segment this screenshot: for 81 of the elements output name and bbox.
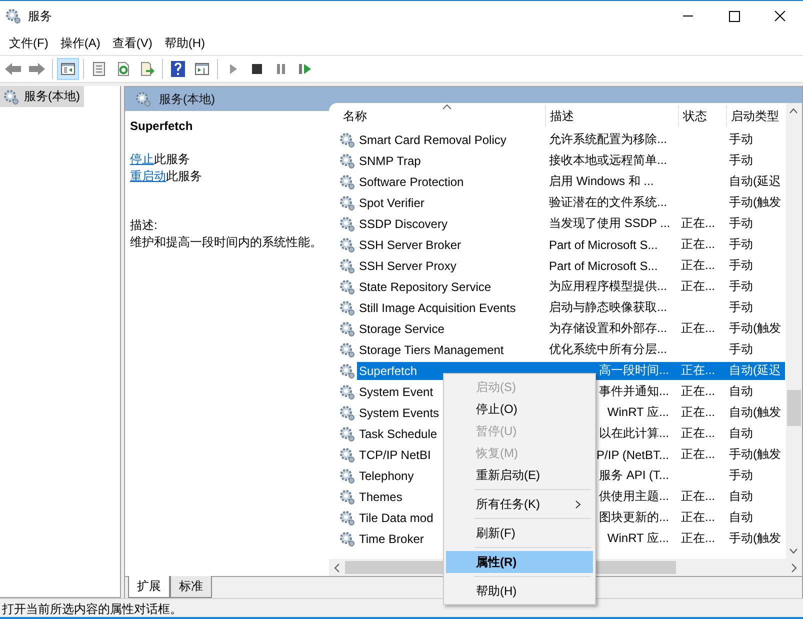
table-cell-text: 手动 xyxy=(728,278,754,295)
table-cell: Part of Microsoft S... xyxy=(549,258,658,272)
table-cell-text: 正在... xyxy=(680,404,716,421)
table-cell: Still Image Acquisition Events xyxy=(359,300,516,314)
table-cell: Smart Card Removal Policy xyxy=(359,132,506,146)
table-cell: 高一段时间... xyxy=(598,363,669,377)
table-cell-text: 正在... xyxy=(680,383,716,400)
table-cell-text: 自动(延迟 xyxy=(728,173,782,190)
table-cell: Spot Verifier xyxy=(359,196,424,210)
table-cell-text: 正在... xyxy=(680,215,716,232)
action-text: 停止此服务 xyxy=(130,151,191,168)
table-cell-text: 手动 xyxy=(728,467,754,484)
table-cell: 事件并通知... xyxy=(598,384,669,398)
table-cell: 供使用主题... xyxy=(598,489,669,503)
table-cell-text: 自动 xyxy=(728,383,754,400)
table-cell-text: 正在... xyxy=(680,320,716,337)
table-cell: Part of Microsoft S... xyxy=(549,238,658,252)
table-cell-text: 手动 xyxy=(728,215,754,232)
table-cell-text: 正在... xyxy=(680,278,716,295)
table-cell: 接收本地或远程简单... xyxy=(549,153,668,167)
table-cell: Storage Service xyxy=(359,322,444,336)
description-text: 维护和提高一段时间内的系统性能。 xyxy=(130,234,323,251)
table-cell-text: 手动 xyxy=(728,299,754,316)
table-cell: Tile Data mod xyxy=(359,510,434,524)
table-cell: 为存储设置和外部存... xyxy=(549,321,668,335)
table-cell-text: 正在... xyxy=(680,446,716,463)
table-cell: SSDP Discovery xyxy=(359,216,448,230)
table-cell: 以在此计算... xyxy=(598,426,669,440)
table-cell: 当发现了使用 SSDP ... xyxy=(549,216,670,230)
table-cell: State Repository Service xyxy=(359,280,492,294)
table-cell-text: 自动(触发 xyxy=(728,404,782,421)
table-cell-text: 自动 xyxy=(728,488,754,505)
table-cell-text: 手动(触发 xyxy=(728,320,782,337)
table-cell: 优化系统中所有分层... xyxy=(549,342,668,356)
table-cell: P/IP (NetBT... xyxy=(596,448,669,462)
action-text: 重启动此服务 xyxy=(130,168,203,185)
table-cell-text: 手动 xyxy=(728,236,754,253)
table-cell-text: 自动 xyxy=(728,509,754,526)
table-cell: 启动与静态映像获取... xyxy=(549,300,668,314)
table-cell: System Event xyxy=(359,384,434,398)
table-cell-text: 正在... xyxy=(680,257,716,274)
table-cell: 允许系统配置为移除... xyxy=(549,132,668,146)
table-cell: WinRT 应... xyxy=(607,531,669,545)
table-cell-text: 手动 xyxy=(728,341,754,358)
table-cell: WinRT 应... xyxy=(607,405,669,419)
description-label: 描述: xyxy=(130,217,158,234)
table-cell-text: 手动(触发 xyxy=(728,530,782,547)
window-title: 服务 xyxy=(28,8,53,24)
table-cell: Storage Tiers Management xyxy=(359,342,504,356)
status-bar: 打开当前所选内容的属性对话框。 xyxy=(0,598,803,619)
table-cell: 为应用程序模型提供... xyxy=(549,279,668,293)
table-cell: TCP/IP NetBI xyxy=(359,448,431,462)
table-cell-text: 手动(触发 xyxy=(728,446,782,463)
table-cell-text: 手动(触发 xyxy=(728,194,782,211)
table-cell-text: 正在... xyxy=(680,236,716,253)
table-cell-text: 手动 xyxy=(728,131,754,148)
table-cell: Software Protection xyxy=(359,174,464,188)
table-cell: 图块更新的... xyxy=(598,510,669,524)
table-cell-text: 自动(延迟 xyxy=(728,362,782,379)
table-cell: Time Broker xyxy=(359,532,424,546)
pane-title: 服务(本地) xyxy=(159,90,215,108)
table-cell-text: 手动 xyxy=(728,152,754,169)
table-cell: Telephony xyxy=(359,468,414,482)
service-name: Superfetch xyxy=(130,119,194,133)
table-cell-text: 正在... xyxy=(680,362,716,379)
table-cell: 启用 Windows 和 ... xyxy=(549,174,654,188)
table-cell: Superfetch xyxy=(359,364,418,378)
table-cell-text: 自动 xyxy=(728,425,754,442)
table-cell-text: 正在... xyxy=(680,530,716,547)
table-cell: SNMP Trap xyxy=(359,154,421,168)
table-cell: SSH Server Broker xyxy=(359,238,462,252)
table-cell: 验证潜在的文件系统... xyxy=(549,195,668,209)
table-cell-text: 手动 xyxy=(728,257,754,274)
table-cell-text: 正在... xyxy=(680,425,716,442)
table-cell: 服务 API (T... xyxy=(598,468,669,482)
table-cell: Task Schedule xyxy=(359,426,438,440)
table-cell-text: 正在... xyxy=(680,509,716,526)
table-cell: System Events xyxy=(359,406,440,420)
table-cell-text: 正在... xyxy=(680,488,716,505)
table-cell: Themes xyxy=(359,490,402,504)
table-cell: SSH Server Proxy xyxy=(359,258,456,272)
